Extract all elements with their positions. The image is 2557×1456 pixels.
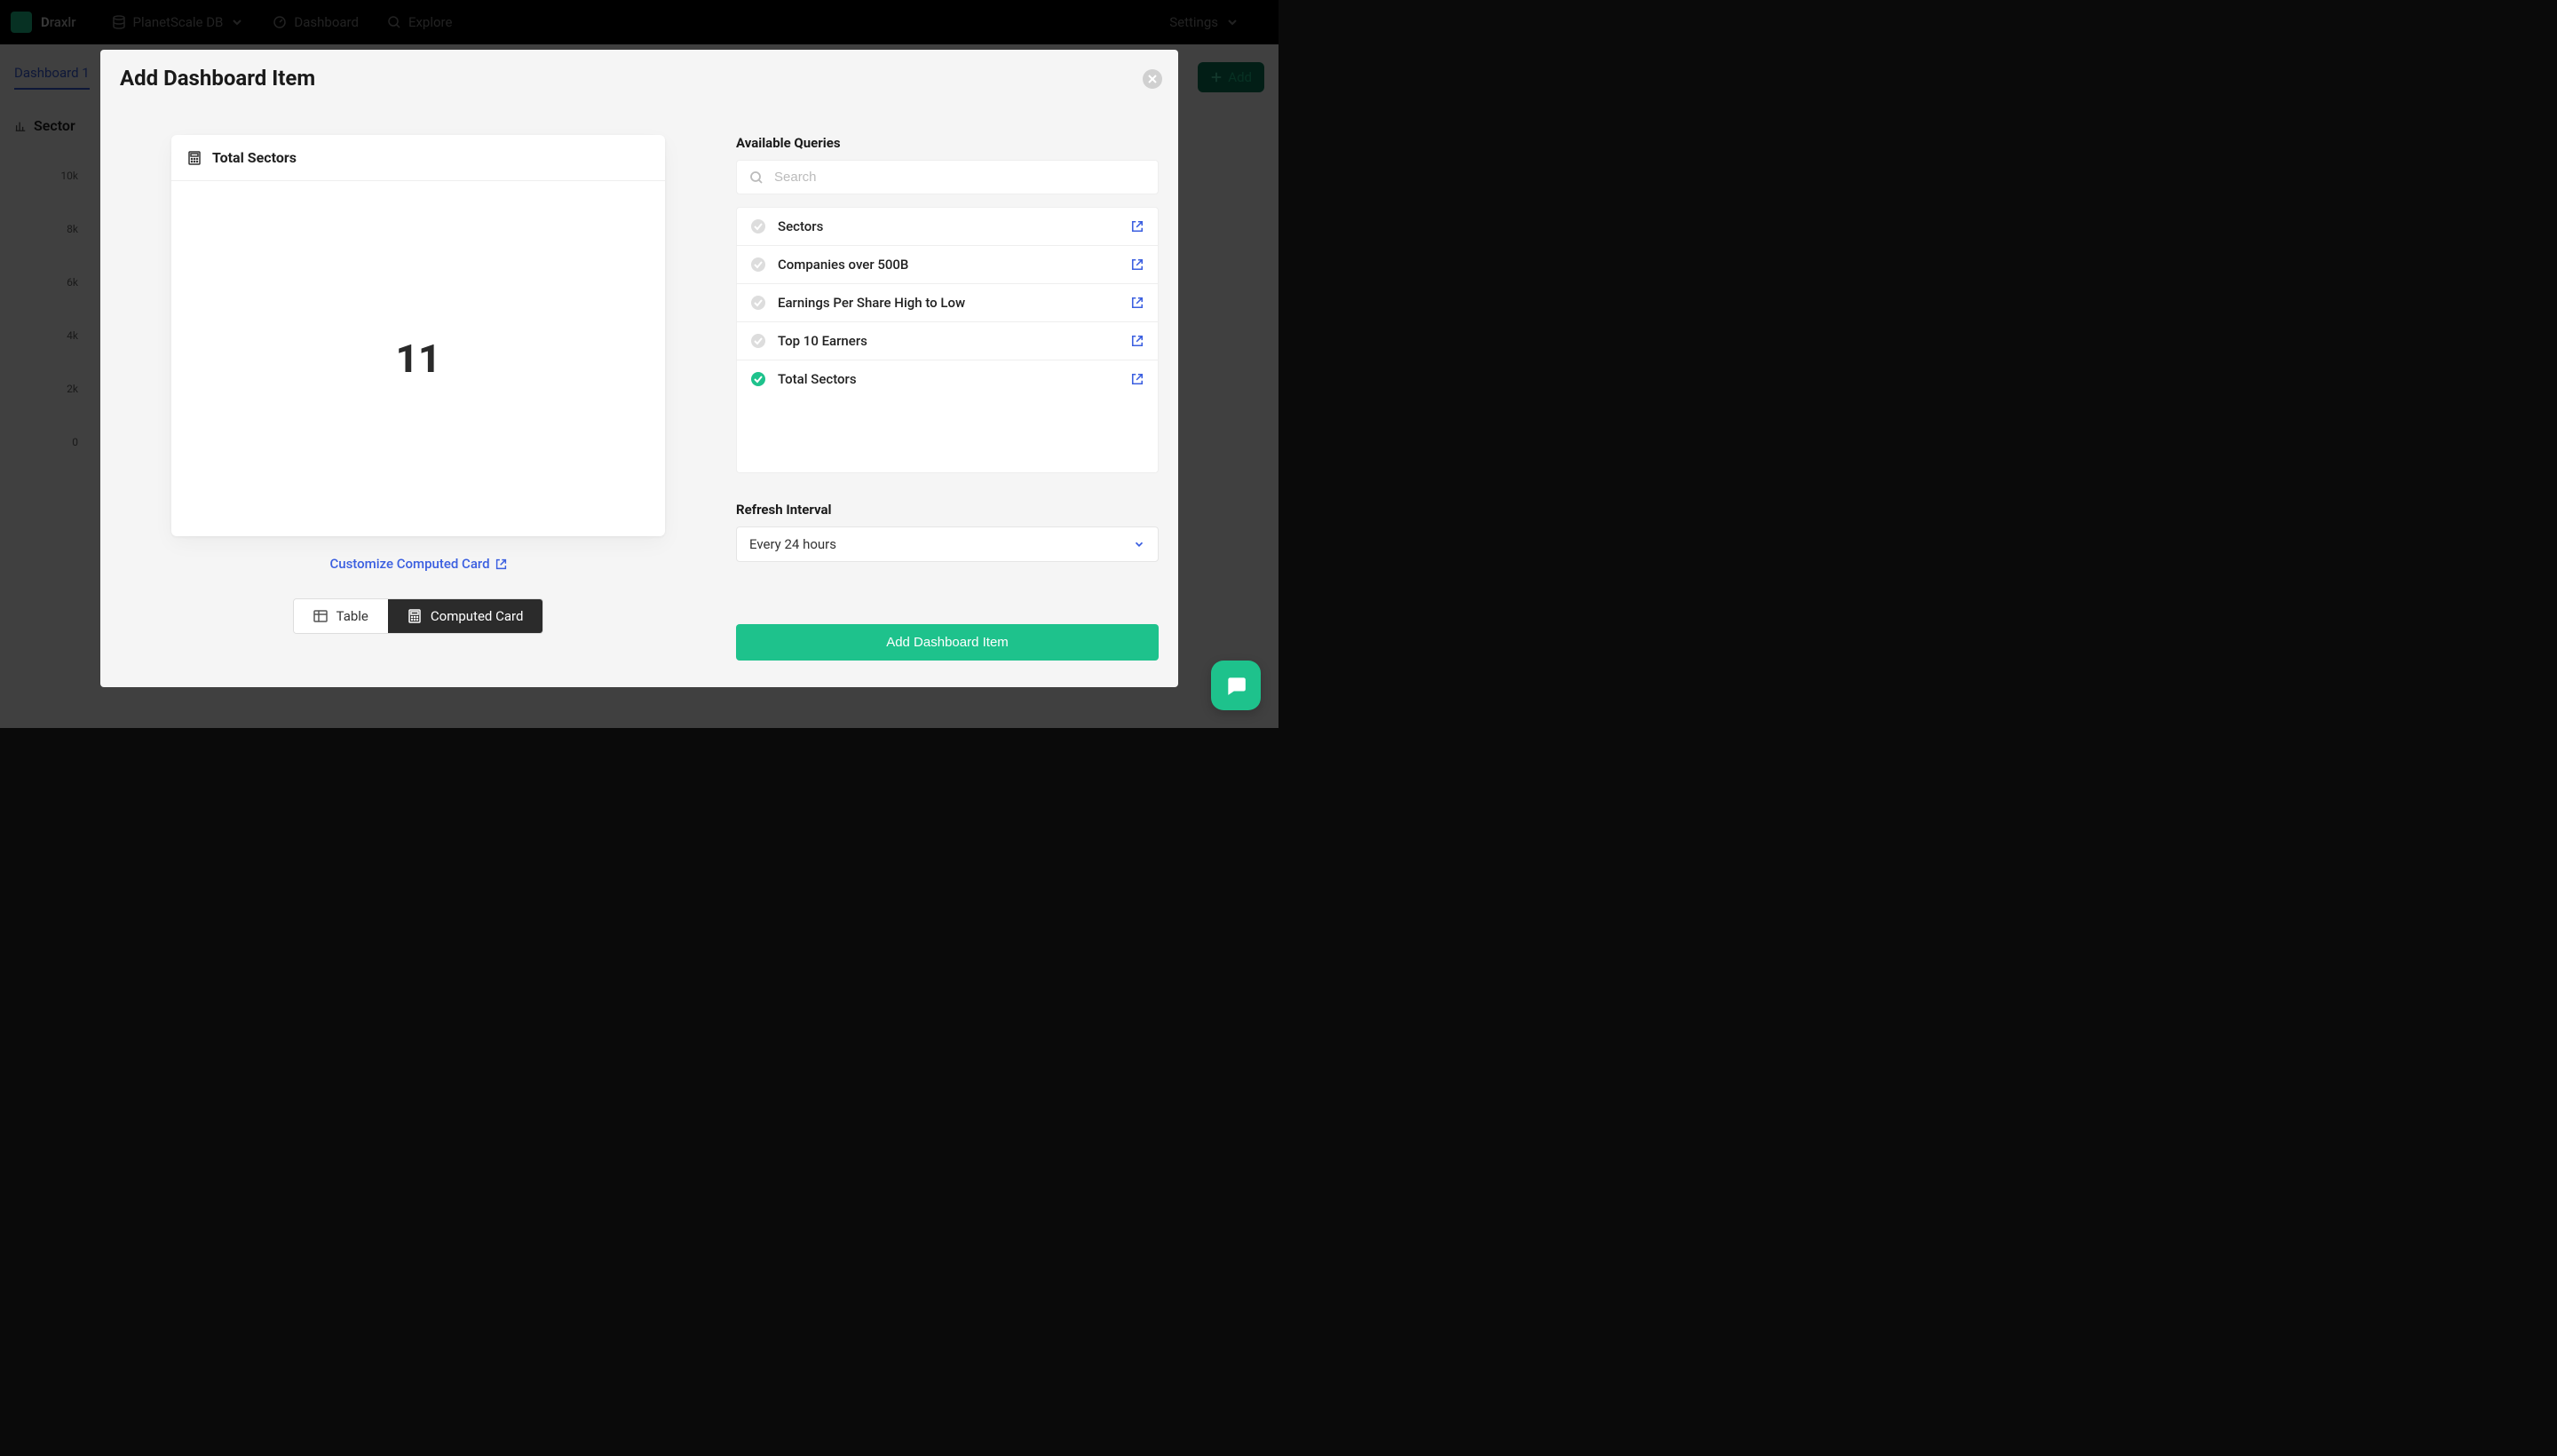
query-list: Sectors Companies over 500B Earnings Per… [736, 207, 1159, 473]
customize-link[interactable]: Customize Computed Card [329, 556, 506, 572]
calculator-icon [408, 609, 422, 623]
query-label: Companies over 500B [778, 257, 1119, 273]
queries-label: Available Queries [736, 135, 1159, 151]
check-icon [751, 219, 765, 233]
check-icon [751, 372, 765, 386]
external-link-icon [495, 558, 507, 570]
check-icon [751, 296, 765, 310]
query-row[interactable]: Companies over 500B [737, 246, 1158, 284]
external-link-icon[interactable] [1131, 220, 1144, 233]
modal-title: Add Dashboard Item [120, 66, 315, 91]
check-icon [751, 257, 765, 272]
calculator-icon [187, 151, 202, 165]
query-label: Earnings Per Share High to Low [778, 295, 1119, 311]
search-icon [749, 170, 764, 185]
close-button[interactable] [1143, 69, 1162, 89]
external-link-icon[interactable] [1131, 258, 1144, 271]
toggle-computed-card[interactable]: Computed Card [388, 599, 543, 633]
search-box[interactable] [736, 160, 1159, 194]
modal-overlay[interactable]: Add Dashboard Item Total Sectors 11 [0, 0, 1278, 728]
add-dashboard-item-button[interactable]: Add Dashboard Item [736, 624, 1159, 661]
external-link-icon[interactable] [1131, 373, 1144, 385]
view-toggle: Table Computed Card [293, 598, 544, 634]
toggle-table[interactable]: Table [294, 599, 388, 633]
refresh-select[interactable]: Every 24 hours [736, 526, 1159, 562]
external-link-icon[interactable] [1131, 297, 1144, 309]
query-row[interactable]: Earnings Per Share High to Low [737, 284, 1158, 322]
query-row[interactable]: Total Sectors [737, 360, 1158, 398]
query-label: Sectors [778, 218, 1119, 234]
chevron-down-icon [1133, 538, 1145, 550]
refresh-label: Refresh Interval [736, 502, 1159, 518]
add-dashboard-item-modal: Add Dashboard Item Total Sectors 11 [100, 50, 1178, 687]
query-label: Total Sectors [778, 371, 1119, 387]
check-icon [751, 334, 765, 348]
query-label: Top 10 Earners [778, 333, 1119, 349]
chat-widget[interactable] [1211, 661, 1261, 710]
search-input[interactable] [774, 170, 1145, 185]
refresh-value: Every 24 hours [749, 536, 836, 552]
preview-title: Total Sectors [212, 149, 297, 166]
query-row[interactable]: Top 10 Earners [737, 322, 1158, 360]
table-icon [313, 609, 328, 623]
close-icon [1148, 75, 1157, 83]
preview-value: 11 [396, 336, 441, 382]
chat-icon [1224, 674, 1247, 697]
preview-card: Total Sectors 11 [171, 135, 665, 536]
query-row[interactable]: Sectors [737, 208, 1158, 246]
external-link-icon[interactable] [1131, 335, 1144, 347]
